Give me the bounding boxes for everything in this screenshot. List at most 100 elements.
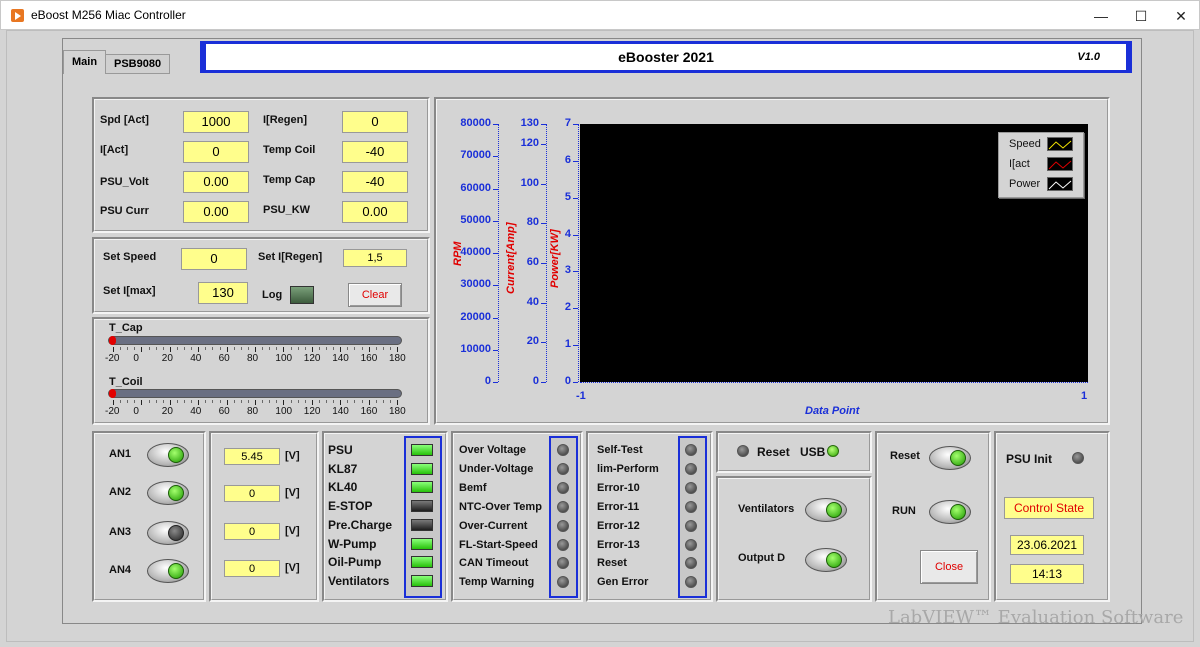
scale-tick (226, 347, 228, 352)
close-window-button[interactable]: ✕ (1161, 5, 1200, 27)
scale-minor-tick (191, 400, 193, 403)
tab-psb9080[interactable]: PSB9080 (105, 54, 171, 74)
scale-minor-tick (184, 347, 185, 350)
log-label: Log (262, 289, 283, 301)
psu-volt-label: PSU_Volt (100, 176, 149, 188)
error-led (685, 576, 697, 589)
error-led (685, 519, 697, 532)
scale-minor-tick (269, 347, 271, 350)
an3-toggle[interactable] (147, 521, 189, 545)
reset-toggle-knob (950, 450, 966, 466)
run-toggle[interactable] (929, 500, 971, 524)
an4-toggle-knob (168, 563, 184, 579)
rpm-axis-line (498, 124, 499, 382)
an1-toggle[interactable] (147, 443, 189, 467)
error-led (685, 462, 697, 475)
scale-tick (198, 347, 200, 352)
fault-led (557, 444, 569, 456)
scale-minor-tick (290, 400, 292, 403)
t-coil-slider[interactable] (108, 389, 402, 398)
scale-minor-tick (262, 347, 264, 350)
fault-label: Over Voltage (459, 444, 527, 456)
error-label: Error-12 (597, 519, 640, 532)
fault-label: Temp Warning (459, 576, 535, 589)
scale-minor-tick (375, 400, 377, 403)
t-cap-slider[interactable] (108, 336, 402, 345)
fault-indicator-row: Under-Voltage (459, 462, 577, 479)
set-i-regen-input[interactable]: 1,5 (343, 249, 407, 267)
an1-toggle-knob (168, 447, 184, 463)
an3-label: AN3 (109, 526, 132, 538)
temp-cap-value: -40 (342, 171, 408, 193)
scale-label: 40 (190, 406, 202, 417)
scale-minor-tick (191, 347, 193, 350)
y-tick-label: 30000 (460, 278, 491, 291)
an4-toggle[interactable] (147, 559, 189, 583)
scale-minor-tick (120, 400, 122, 403)
scale-tick (340, 347, 342, 352)
power-indicator-row: KL40 (328, 480, 438, 496)
current-axis-line (546, 124, 547, 382)
t-cap-slider-fill (109, 336, 116, 345)
clear-button[interactable]: Clear (348, 283, 402, 307)
scale-minor-tick (347, 347, 349, 350)
tab-main[interactable]: Main (63, 50, 107, 74)
legend-iact-swatch (1047, 157, 1073, 171)
legend-speed-line (1048, 140, 1072, 150)
scale-minor-tick (240, 400, 242, 403)
maximize-button[interactable]: ☐ (1121, 5, 1161, 27)
psu-volt-value: 0.00 (183, 171, 249, 193)
power-indicator-row: KL87 (328, 462, 438, 478)
reset-toggle[interactable] (929, 446, 971, 470)
error-led (685, 481, 697, 494)
scale-minor-tick (219, 347, 221, 350)
labview-app-icon (11, 9, 24, 22)
an2-toggle-knob (168, 485, 184, 501)
y-tick-label: 2 (564, 301, 571, 314)
banner-title: eBooster 2021 (618, 49, 714, 65)
ventilators-output-toggle[interactable] (805, 498, 847, 522)
scale-minor-tick (162, 400, 164, 403)
error-led (685, 538, 697, 551)
scale-label: 40 (190, 353, 202, 364)
psu-kw-value: 0.00 (342, 201, 408, 223)
scale-label: 140 (332, 353, 349, 364)
window-title: eBoost M256 Miac Controller (31, 8, 186, 22)
power-indicator-led (411, 462, 433, 475)
reset-status-label: Reset (757, 445, 790, 459)
power-indicator-led (411, 556, 433, 569)
close-button[interactable]: Close (920, 550, 978, 584)
scale-minor-tick (148, 400, 150, 403)
power-indicator-label: E-STOP (328, 499, 373, 514)
scale-minor-tick (382, 347, 384, 350)
x-tick-max: 1 (1081, 390, 1088, 402)
scale-label: 160 (360, 353, 378, 364)
scale-label: 120 (303, 406, 321, 417)
scale-minor-tick (361, 400, 363, 403)
scale-tick (169, 400, 171, 405)
fault-label: FL-Start-Speed (459, 538, 538, 551)
set-speed-input[interactable]: 0 (181, 248, 247, 270)
fault-led (557, 519, 569, 532)
t-coil-label: T_Coil (109, 376, 143, 388)
psu-init-led (1072, 452, 1084, 464)
y-tick-label: 6 (564, 153, 571, 166)
run-toggle-knob (950, 504, 966, 520)
log-toggle[interactable] (290, 286, 314, 304)
an2-value: 0 (224, 485, 280, 502)
power-indicator-label: W-Pump (328, 536, 377, 551)
power-indicator-led (411, 574, 433, 587)
set-i-max-input[interactable]: 130 (198, 282, 248, 304)
scale-tick (311, 347, 313, 352)
usb-led (827, 445, 839, 457)
output-d-toggle[interactable] (805, 548, 847, 572)
fault-indicator-row: NTC-Over Temp (459, 500, 577, 517)
minimize-button[interactable]: — (1081, 5, 1121, 27)
y-tick-label: 0 (484, 375, 491, 387)
an2-toggle[interactable] (147, 481, 189, 505)
an1-value: 5.45 (224, 448, 280, 465)
scale-label: 20 (161, 353, 173, 364)
outputs-panel (716, 476, 872, 602)
power-indicator-label: KL40 (328, 480, 358, 495)
scale-minor-tick (269, 400, 271, 403)
